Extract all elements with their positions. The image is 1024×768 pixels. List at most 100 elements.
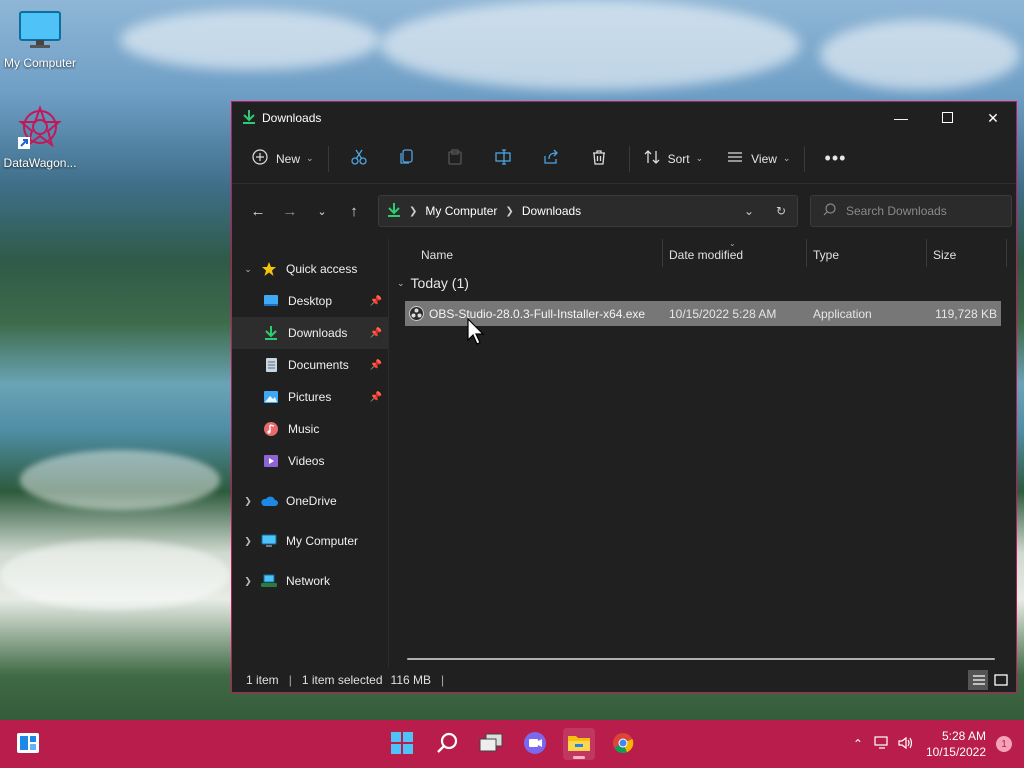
taskbar: ⌃ 5:28 AM 10/15/2022 1 <box>0 720 1024 768</box>
clock-button[interactable]: 5:28 AM 10/15/2022 <box>926 728 986 760</box>
star-icon <box>258 261 280 277</box>
search-taskbar-button[interactable] <box>431 728 463 760</box>
chevron-down-icon: ⌄ <box>317 205 327 218</box>
file-row[interactable]: OBS-Studio-28.0.3-Full-Installer-x64.exe… <box>405 301 1001 326</box>
file-explorer-window: Downloads — ✕ New ⌄ Sort ⌄ View ⌄ ••• ← … <box>231 101 1017 693</box>
copy-button[interactable] <box>383 143 431 175</box>
column-header-type[interactable]: Type <box>813 248 839 262</box>
chevron-right-icon: ❯ <box>409 205 418 217</box>
cloud <box>820 20 1020 90</box>
title-bar[interactable]: Downloads — ✕ <box>232 102 1016 134</box>
desktop-icon-my-computer[interactable]: My Computer <box>0 10 80 70</box>
cloud-icon <box>258 495 280 507</box>
pin-icon: 📌 <box>369 327 382 339</box>
chevron-down-icon: ⌄ <box>695 153 704 163</box>
address-bar[interactable]: ❯ My Computer ❯ Downloads ⌄ ↻ <box>378 195 798 227</box>
chevron-down-icon: ⌄ <box>306 153 314 163</box>
sidebar-item-onedrive[interactable]: ❯ OneDrive <box>232 485 388 517</box>
close-button[interactable]: ✕ <box>970 102 1016 134</box>
large-icons-view-button[interactable] <box>990 670 1010 690</box>
sidebar-item-my-computer[interactable]: ❯ My Computer <box>232 525 388 557</box>
forward-button[interactable]: → <box>274 195 306 227</box>
windows-logo-icon <box>391 731 413 757</box>
address-dropdown-button[interactable]: ⌄ <box>733 204 765 218</box>
rename-button[interactable] <box>479 143 527 175</box>
horizontal-scrollbar[interactable] <box>407 658 995 660</box>
back-button[interactable]: ← <box>242 195 274 227</box>
chevron-right-icon[interactable]: ❯ <box>238 496 258 507</box>
breadcrumb-my-computer[interactable]: My Computer <box>425 204 497 218</box>
folder-icon <box>567 733 591 756</box>
sidebar-item-desktop[interactable]: Desktop 📌 <box>232 285 388 317</box>
group-header-today[interactable]: ⌄ Today (1) <box>397 275 469 291</box>
chevron-right-icon[interactable]: ❯ <box>238 536 258 547</box>
navigation-pane: ⌄ Quick access Desktop 📌 Downloads 📌 Doc… <box>232 239 389 668</box>
chevron-down-icon[interactable]: ⌄ <box>238 264 258 275</box>
column-header-name[interactable]: Name <box>421 248 453 262</box>
close-icon: ✕ <box>987 109 999 126</box>
up-button[interactable]: ↑ <box>338 195 370 227</box>
column-header-size[interactable]: Size <box>933 248 956 262</box>
chat-button[interactable] <box>519 728 551 760</box>
clock-date: 10/15/2022 <box>925 745 986 759</box>
maximize-button[interactable] <box>924 102 970 134</box>
chrome-taskbar-button[interactable] <box>607 728 639 760</box>
notification-badge[interactable]: 1 <box>996 736 1012 752</box>
sidebar-item-music[interactable]: Music <box>232 413 388 445</box>
chevron-right-icon[interactable]: ❯ <box>238 576 258 587</box>
arrow-left-icon: ← <box>250 202 266 220</box>
minimize-button[interactable]: — <box>878 102 924 134</box>
sidebar-item-documents[interactable]: Documents 📌 <box>232 349 388 381</box>
sort-button[interactable]: Sort ⌄ <box>636 143 712 175</box>
datawagon-shortcut-icon <box>17 105 63 153</box>
network-status-button[interactable] <box>870 735 894 753</box>
column-header-row: Name Date modified ⌄ Type Size <box>389 239 1016 269</box>
details-view-button[interactable] <box>968 670 988 690</box>
new-button[interactable]: New ⌄ <box>244 143 322 175</box>
large-icons-view-icon <box>992 670 1010 690</box>
volume-button[interactable] <box>894 736 918 753</box>
search-input[interactable] <box>846 204 996 218</box>
desktop-icon-datawagon[interactable]: DataWagon... <box>0 104 80 170</box>
widgets-button[interactable] <box>12 728 44 760</box>
delete-button[interactable] <box>575 143 623 175</box>
show-hidden-icons-button[interactable]: ⌃ <box>846 737 870 751</box>
view-button[interactable]: View ⌄ <box>719 143 798 175</box>
network-status-icon <box>874 735 890 753</box>
share-button[interactable] <box>527 143 575 175</box>
file-size: 119,728 KB <box>935 306 997 321</box>
cut-button[interactable] <box>335 143 383 175</box>
file-explorer-taskbar-button[interactable] <box>563 728 595 760</box>
file-name: OBS-Studio-28.0.3-Full-Installer-x64.exe <box>429 306 646 321</box>
column-header-date-modified[interactable]: Date modified <box>669 248 743 262</box>
column-divider[interactable] <box>662 239 663 267</box>
sort-button-label: Sort <box>667 151 690 166</box>
explorer-body: ⌄ Quick access Desktop 📌 Downloads 📌 Doc… <box>232 239 1016 668</box>
breadcrumb-downloads[interactable]: Downloads <box>522 204 581 218</box>
sidebar-item-network[interactable]: ❯ Network <box>232 565 388 597</box>
scissors-icon <box>350 149 367 168</box>
start-button[interactable] <box>386 728 418 760</box>
widgets-icon <box>16 732 40 757</box>
column-divider[interactable] <box>806 239 807 267</box>
desktop-icon-label: DataWagon... <box>3 156 77 170</box>
recent-locations-button[interactable]: ⌄ <box>306 195 338 227</box>
task-view-button[interactable] <box>475 728 507 760</box>
status-separator: | <box>288 673 292 687</box>
mouse-cursor-icon <box>467 317 485 349</box>
sidebar-item-quick-access[interactable]: ⌄ Quick access <box>232 253 388 285</box>
column-divider[interactable] <box>1006 239 1007 267</box>
column-divider[interactable] <box>926 239 927 267</box>
paste-button[interactable] <box>431 143 479 175</box>
sidebar-item-pictures[interactable]: Pictures 📌 <box>232 381 388 413</box>
refresh-button[interactable]: ↻ <box>765 204 797 218</box>
sidebar-item-downloads[interactable]: Downloads 📌 <box>232 317 388 349</box>
sidebar-item-videos[interactable]: Videos <box>232 445 388 477</box>
pin-icon: 📌 <box>369 391 382 403</box>
search-box[interactable] <box>810 195 1012 227</box>
more-options-button[interactable]: ••• <box>811 143 859 175</box>
sidebar-item-label: Quick access <box>286 262 358 276</box>
